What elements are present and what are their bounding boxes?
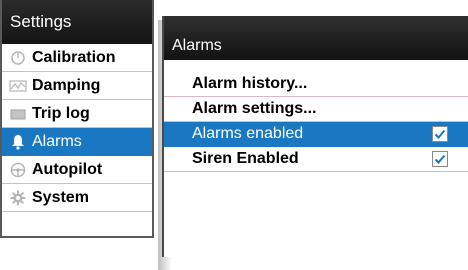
steering-wheel-icon [8, 162, 28, 178]
siren-enabled-checkbox[interactable] [432, 151, 448, 167]
calibration-icon [8, 50, 28, 66]
settings-item-label: Alarms [32, 132, 82, 150]
checkmark-icon [434, 129, 446, 139]
settings-item-alarms[interactable]: Alarms [2, 128, 152, 156]
alarms-enabled-label: Alarms enabled [192, 125, 304, 142]
settings-title: Settings [2, 0, 152, 44]
trip-log-icon [8, 106, 28, 122]
alarms-panel: Alarms Alarm history... Alarm settings..… [162, 16, 468, 257]
settings-item-label: Trip log [32, 104, 90, 122]
settings-item-label: Calibration [32, 48, 116, 66]
settings-item-trip-log[interactable]: Trip log [2, 100, 152, 128]
siren-enabled-item[interactable]: Siren Enabled [164, 147, 468, 172]
settings-item-system[interactable]: System [2, 184, 152, 212]
settings-item-damping[interactable]: Damping [2, 72, 152, 100]
alarms-menu: Alarm history... Alarm settings... Alarm… [164, 72, 468, 172]
alarm-settings-item[interactable]: Alarm settings... [164, 97, 468, 122]
settings-item-calibration[interactable]: Calibration [2, 44, 152, 72]
settings-menu: Calibration Damping Trip log Alarms Auto… [2, 44, 152, 212]
settings-item-label: Autopilot [32, 160, 103, 178]
gear-icon [8, 190, 28, 206]
alarm-history-label: Alarm history... [192, 75, 308, 92]
siren-enabled-label: Siren Enabled [192, 150, 299, 167]
settings-item-autopilot[interactable]: Autopilot [2, 156, 152, 184]
bell-icon [8, 134, 28, 150]
alarms-title: Alarms [164, 16, 468, 60]
alarms-enabled-checkbox[interactable] [432, 126, 448, 142]
checkmark-icon [434, 154, 446, 164]
alarm-settings-label: Alarm settings... [192, 100, 317, 117]
settings-item-label: Damping [32, 76, 101, 94]
alarm-history-item[interactable]: Alarm history... [164, 72, 468, 97]
settings-item-label: System [32, 188, 89, 206]
settings-panel: Settings Calibration Damping Trip log Al… [0, 0, 154, 238]
damping-icon [8, 78, 28, 94]
alarms-enabled-item[interactable]: Alarms enabled [164, 122, 468, 147]
